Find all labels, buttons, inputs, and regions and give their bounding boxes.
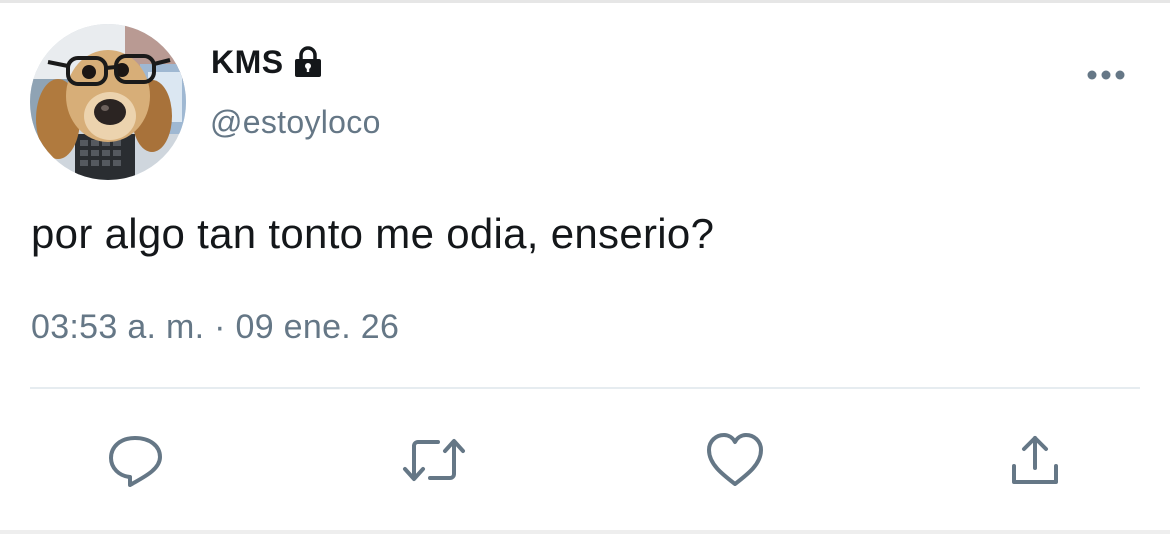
avatar[interactable]	[30, 24, 186, 180]
retweet-icon	[403, 439, 465, 481]
avatar-image	[30, 24, 186, 180]
display-name-row[interactable]: KMS	[211, 42, 325, 82]
username-handle[interactable]: @estoyloco	[210, 104, 381, 141]
like-button[interactable]	[703, 428, 767, 492]
more-horizontal-icon	[1087, 70, 1125, 80]
bottom-separator	[0, 530, 1170, 534]
reply-button[interactable]	[104, 428, 168, 492]
share-upload-icon	[1012, 436, 1058, 484]
tweet-timestamp[interactable]: 03:53 a. m. · 09 ene. 26	[31, 308, 399, 347]
display-name[interactable]: KMS	[211, 44, 284, 81]
tweet-text: por algo tan tonto me odia, enserio?	[31, 210, 715, 257]
reply-bubble-icon	[109, 436, 162, 487]
heart-icon	[707, 433, 763, 486]
top-separator	[0, 0, 1170, 3]
lock-icon	[291, 45, 325, 79]
retweet-button[interactable]	[402, 428, 466, 492]
divider	[30, 387, 1140, 389]
share-button[interactable]	[1003, 428, 1067, 492]
more-options-button[interactable]	[1084, 60, 1128, 90]
